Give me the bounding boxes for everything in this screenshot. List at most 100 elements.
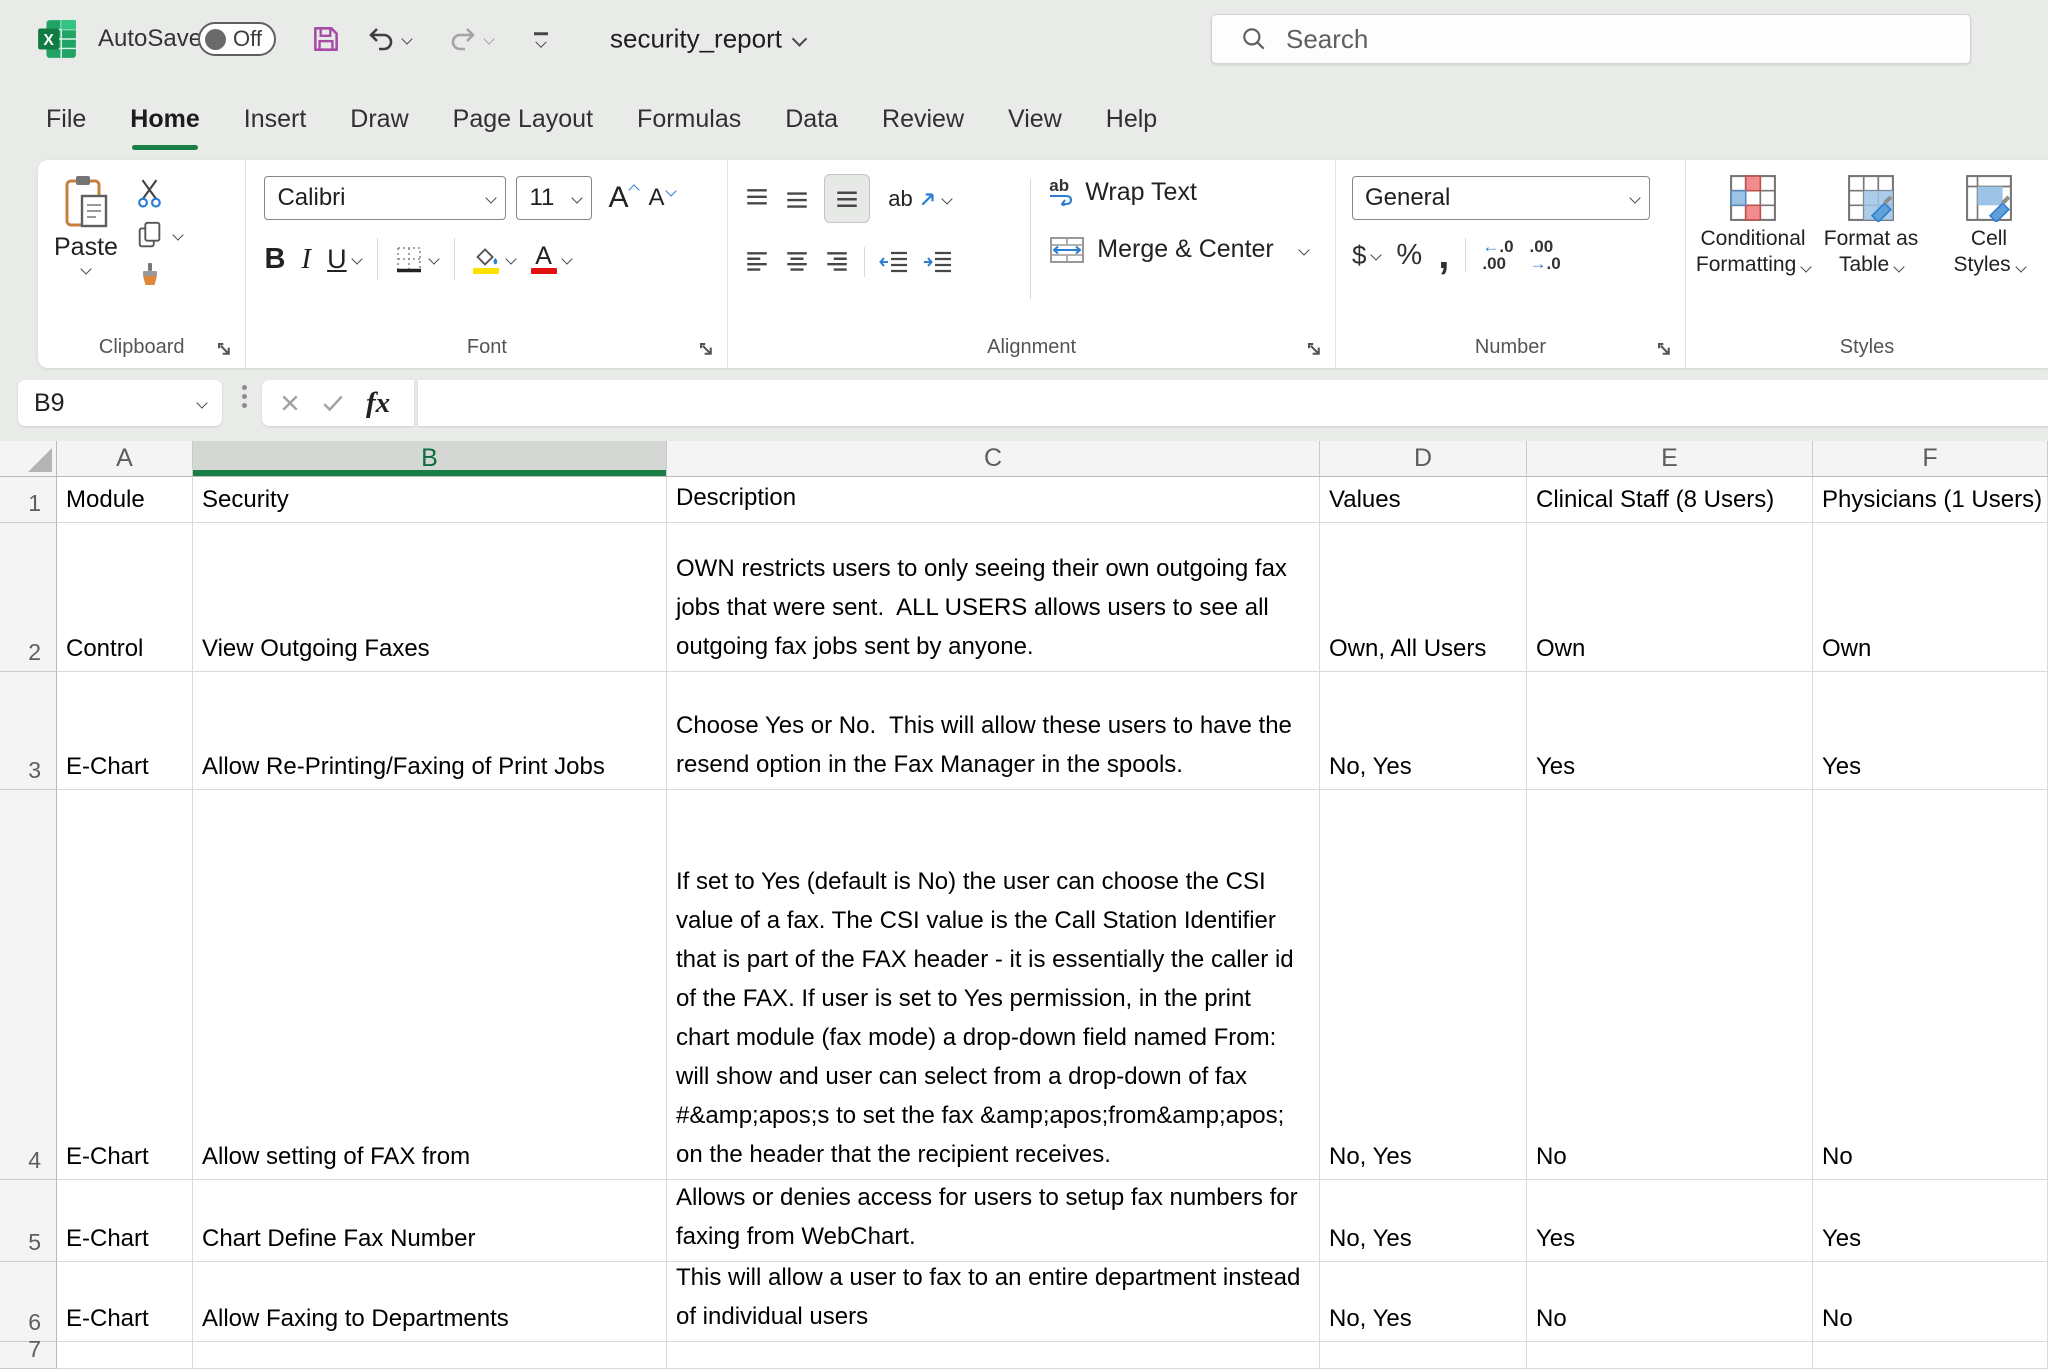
paste-button[interactable]: Paste (54, 174, 118, 290)
cell-F6[interactable]: No (1813, 1262, 2048, 1342)
underline-button[interactable]: U (327, 244, 361, 275)
align-left-icon[interactable] (744, 249, 770, 275)
cell-B4[interactable]: Allow setting of FAX from (193, 790, 667, 1180)
tab-data[interactable]: Data (785, 105, 838, 134)
cell-A7[interactable] (57, 1342, 193, 1369)
cell-E5[interactable]: Yes (1527, 1180, 1813, 1262)
percent-style-button[interactable]: % (1396, 239, 1422, 272)
italic-button[interactable]: I (301, 243, 311, 276)
row-header-4[interactable]: 4 (0, 790, 57, 1180)
cell-E7[interactable] (1527, 1342, 1813, 1369)
redo-dropdown-icon[interactable] (483, 33, 494, 44)
increase-decimal-button[interactable]: ←.0 .00 (1482, 238, 1513, 272)
font-name-select[interactable]: Calibri (264, 176, 506, 220)
orientation-button[interactable]: ab (888, 186, 950, 212)
cell-B5[interactable]: Chart Define Fax Number (193, 1180, 667, 1262)
cell-E3[interactable]: Yes (1527, 672, 1813, 790)
increase-font-size-button[interactable]: A (608, 181, 638, 215)
name-box-dropdown-icon[interactable] (196, 397, 207, 408)
column-header-C[interactable]: C (667, 441, 1320, 477)
column-header-F[interactable]: F (1813, 441, 2048, 477)
cell-styles-dropdown-icon[interactable] (2015, 261, 2026, 272)
row-header-2[interactable]: 2 (0, 523, 57, 672)
tab-formulas[interactable]: Formulas (637, 105, 741, 134)
number-dialog-launcher-icon[interactable] (1656, 341, 1673, 358)
format-as-table-dropdown-icon[interactable] (1893, 261, 1904, 272)
font-size-select[interactable]: 11 (516, 176, 592, 220)
copy-dropdown-icon[interactable] (172, 229, 183, 240)
borders-button[interactable] (394, 244, 438, 274)
cancel-icon[interactable] (280, 393, 300, 413)
align-middle-icon[interactable] (784, 186, 810, 212)
align-bottom-button[interactable] (824, 174, 870, 223)
align-center-icon[interactable] (784, 249, 810, 275)
cell-E1[interactable]: Clinical Staff (8 Users) (1527, 477, 1813, 523)
wrap-text-button[interactable]: ab Wrap Text (1049, 178, 1307, 207)
cell-D7[interactable] (1320, 1342, 1527, 1369)
row-header-3[interactable]: 3 (0, 672, 57, 790)
tab-draw[interactable]: Draw (350, 105, 408, 134)
cell-F2[interactable]: Own (1813, 523, 2048, 672)
cell-C1[interactable]: Description (667, 477, 1320, 523)
tab-view[interactable]: View (1008, 105, 1062, 134)
redo-button[interactable] (448, 24, 493, 54)
cell-A2[interactable]: Control (57, 523, 193, 672)
cell-B6[interactable]: Allow Faxing to Departments (193, 1262, 667, 1342)
format-as-table-button[interactable]: Format as Table (1812, 174, 1930, 278)
decrease-indent-icon[interactable] (879, 249, 909, 275)
tab-page-layout[interactable]: Page Layout (453, 105, 593, 134)
cell-E6[interactable]: No (1527, 1262, 1813, 1342)
column-header-E[interactable]: E (1527, 441, 1813, 477)
row-header-6[interactable]: 6 (0, 1262, 57, 1342)
fill-color-button[interactable] (471, 244, 515, 274)
cell-C6[interactable]: This will allow a user to fax to an enti… (667, 1262, 1320, 1342)
accounting-format-button[interactable]: $ (1352, 240, 1380, 271)
cell-F5[interactable]: Yes (1813, 1180, 2048, 1262)
name-box-resize-handle[interactable] (242, 394, 247, 399)
font-dialog-launcher-icon[interactable] (698, 341, 715, 358)
cell-C2[interactable]: OWN restricts users to only seeing their… (667, 523, 1320, 672)
align-top-icon[interactable] (744, 186, 770, 212)
cell-D1[interactable]: Values (1320, 477, 1527, 523)
cell-A3[interactable]: E-Chart (57, 672, 193, 790)
undo-dropdown-icon[interactable] (401, 33, 412, 44)
cell-F1[interactable]: Physicians (1 Users) (1813, 477, 2048, 523)
cell-styles-button[interactable]: Cell Styles (1930, 174, 2048, 278)
autosave-toggle[interactable]: Off (198, 22, 276, 56)
cell-E2[interactable]: Own (1527, 523, 1813, 672)
cell-F7[interactable] (1813, 1342, 2048, 1369)
increase-indent-icon[interactable] (923, 249, 953, 275)
cell-D4[interactable]: No, Yes (1320, 790, 1527, 1180)
tab-insert[interactable]: Insert (244, 105, 307, 134)
column-header-D[interactable]: D (1320, 441, 1527, 477)
cell-E4[interactable]: No (1527, 790, 1813, 1180)
cell-C3[interactable]: Choose Yes or No. This will allow these … (667, 672, 1320, 790)
cell-C5[interactable]: Allows or denies access for users to set… (667, 1180, 1320, 1262)
customize-quick-access-icon[interactable] (534, 32, 548, 46)
number-format-select[interactable]: General (1352, 176, 1650, 220)
cell-D2[interactable]: Own, All Users (1320, 523, 1527, 672)
cell-D3[interactable]: No, Yes (1320, 672, 1527, 790)
select-all-corner[interactable] (0, 441, 57, 477)
cell-A6[interactable]: E-Chart (57, 1262, 193, 1342)
alignment-dialog-launcher-icon[interactable] (1306, 341, 1323, 358)
insert-function-icon[interactable]: fx (366, 387, 390, 420)
cell-B1[interactable]: Security (193, 477, 667, 523)
cell-F4[interactable]: No (1813, 790, 2048, 1180)
document-title[interactable]: security_report (610, 24, 805, 55)
copy-icon[interactable] (136, 220, 164, 250)
cell-C4[interactable]: If set to Yes (default is No) the user c… (667, 790, 1320, 1180)
decrease-decimal-button[interactable]: .00 →.0 (1530, 238, 1561, 272)
enter-icon[interactable] (322, 393, 344, 413)
cell-B7[interactable] (193, 1342, 667, 1369)
cell-B3[interactable]: Allow Re-Printing/Faxing of Print Jobs (193, 672, 667, 790)
cell-A4[interactable]: E-Chart (57, 790, 193, 1180)
column-header-B[interactable]: B (193, 441, 667, 477)
formula-input[interactable] (418, 380, 2048, 426)
tab-help[interactable]: Help (1106, 105, 1157, 134)
search-input[interactable]: Search (1211, 14, 1971, 64)
decrease-font-size-button[interactable]: A (648, 184, 674, 212)
name-box[interactable]: B9 (18, 380, 222, 426)
conditional-formatting-dropdown-icon[interactable] (1800, 261, 1811, 272)
cell-D6[interactable]: No, Yes (1320, 1262, 1527, 1342)
